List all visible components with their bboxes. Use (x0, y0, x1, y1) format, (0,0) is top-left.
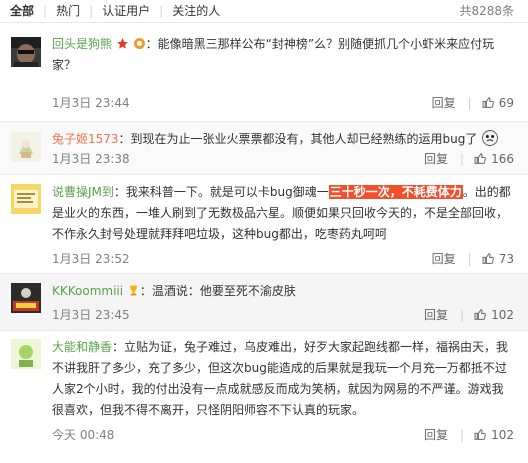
comment-meta: 1月3日 23:45 回复 | 102 (52, 307, 514, 323)
like-count: 69 (498, 96, 514, 110)
tab-all[interactable]: 全部 (10, 0, 34, 22)
comment-item: 回头是狗熊 ：能像暗黑三那样公布“封神榜”么？别随便抓几个小虾米来应付玩家？ 1… (0, 23, 528, 122)
comment-meta: 今天 00:48 回复 | 102 (52, 427, 514, 443)
tab-divider: | (159, 4, 164, 18)
comment-body: 回头是狗熊 ：能像暗黑三那样公布“封神榜”么？别随便抓几个小虾米来应付玩家？ (52, 34, 514, 76)
avatar[interactable] (11, 184, 41, 214)
comment-item: KKKoommiii ：温酒说：他要至死不渝皮肤 1月3日 23:45 回复 | 1… (0, 274, 528, 331)
like-button[interactable]: 102 (474, 427, 514, 443)
comment-username[interactable]: KKKoommiii (52, 284, 123, 298)
comment-filter-tabs: 全部 | 热门 | 认证用户 | 关注的人 共8288条 (0, 0, 528, 23)
thumbs-up-icon (474, 153, 486, 164)
shield-badge-icon (133, 36, 146, 49)
comment-highlight: 三十秒一次，不耗费体力 (328, 185, 463, 199)
action-divider: | (467, 96, 472, 110)
comment-username[interactable]: 说曹操JM到 (52, 185, 114, 199)
comment-text-before: ：我来科普一下。就是可以卡bug御魂一 (113, 185, 329, 199)
like-button[interactable]: 69 (482, 95, 514, 111)
thumbs-up-icon (474, 309, 486, 320)
tab-verified-users[interactable]: 认证用户 (102, 0, 150, 22)
thumbs-up-icon (482, 97, 494, 108)
action-divider: | (460, 152, 465, 166)
comment-item: 兔子姬1573：到现在为止一张业火票票都没有，其他人却已经熟练的运用bug了 1… (0, 122, 528, 175)
like-count: 166 (491, 152, 514, 166)
avatar[interactable] (11, 283, 41, 313)
action-divider: | (467, 252, 472, 266)
tab-hot[interactable]: 热门 (56, 0, 80, 22)
comment-item: 大能和静香：立贴为证，兔子难过，乌皮难出，好歹大家起跑线都一样，福祸由天，我不讲… (0, 331, 528, 453)
comment-meta: 1月3日 23:52 回复 | 73 (52, 251, 514, 267)
comment-actions: 回复 | 69 (432, 95, 514, 111)
comment-time: 1月3日 23:38 (52, 152, 130, 166)
avatar[interactable] (11, 37, 41, 67)
comment-time: 今天 00:48 (52, 428, 115, 442)
comment-body: 说曹操JM到：我来科普一下。就是可以卡bug御魂一三十秒一次，不耗费体力。出的都… (52, 182, 514, 245)
comment-body: 大能和静香：立贴为证，兔子难过，乌皮难出，好歹大家起跑线都一样，福祸由天，我不讲… (52, 337, 514, 421)
comment-time: 1月3日 23:52 (52, 252, 130, 266)
comment-meta: 1月3日 23:38 回复 | 166 (52, 151, 514, 167)
reply-button[interactable]: 回复 (424, 308, 448, 322)
comment-meta: 1月3日 23:44 回复 | 69 (52, 95, 514, 111)
reply-button[interactable]: 回复 (424, 428, 448, 442)
reply-button[interactable]: 回复 (424, 152, 448, 166)
reply-button[interactable]: 回复 (432, 96, 456, 110)
like-count: 73 (498, 252, 514, 266)
comment-item: 说曹操JM到：我来科普一下。就是可以卡bug御魂一三十秒一次，不耗费体力。出的都… (0, 175, 528, 274)
thumbs-up-icon (474, 429, 486, 440)
action-divider: | (460, 308, 465, 322)
tab-following[interactable]: 关注的人 (172, 0, 220, 22)
avatar[interactable] (11, 339, 41, 369)
comment-actions: 回复 | 166 (424, 151, 514, 167)
tab-divider: | (43, 4, 48, 18)
avatar[interactable] (11, 132, 41, 162)
trophy-badge-icon (127, 283, 140, 296)
reply-button[interactable]: 回复 (432, 252, 456, 266)
comment-body: KKKoommiii ：温酒说：他要至死不渝皮肤 (52, 281, 514, 302)
tab-divider: | (89, 4, 94, 18)
comment-total-count: 共8288条 (459, 4, 514, 18)
like-count: 102 (491, 308, 514, 322)
face-emoji-icon (481, 129, 499, 147)
comment-actions: 回复 | 73 (432, 251, 514, 267)
comment-body: 兔子姬1573：到现在为止一张业火票票都没有，其他人却已经熟练的运用bug了 (52, 129, 514, 150)
action-divider: | (460, 428, 465, 442)
like-button[interactable]: 166 (474, 151, 514, 167)
like-count: 102 (491, 428, 514, 442)
comment-text: ：立贴为证，兔子难过，乌皮难出，好歹大家起跑线都一样，福祸由天，我不讲我肝了多少… (52, 340, 509, 417)
star-badge-icon (116, 36, 129, 49)
comment-time: 1月3日 23:44 (52, 96, 130, 110)
comment-username[interactable]: 大能和静香 (52, 340, 112, 354)
thumbs-up-icon (482, 253, 494, 264)
comment-actions: 回复 | 102 (424, 427, 514, 443)
comment-username[interactable]: 回头是狗熊 (52, 37, 112, 51)
comment-actions: 回复 | 102 (424, 307, 514, 323)
comment-text: ：到现在为止一张业火票票都没有，其他人却已经熟练的运用bug了 (118, 132, 478, 146)
comment-text: ：温酒说：他要至死不渝皮肤 (139, 284, 296, 298)
comment-time: 1月3日 23:45 (52, 308, 130, 322)
comment-username[interactable]: 兔子姬1573 (52, 132, 119, 146)
like-button[interactable]: 73 (482, 251, 514, 267)
like-button[interactable]: 102 (474, 307, 514, 323)
